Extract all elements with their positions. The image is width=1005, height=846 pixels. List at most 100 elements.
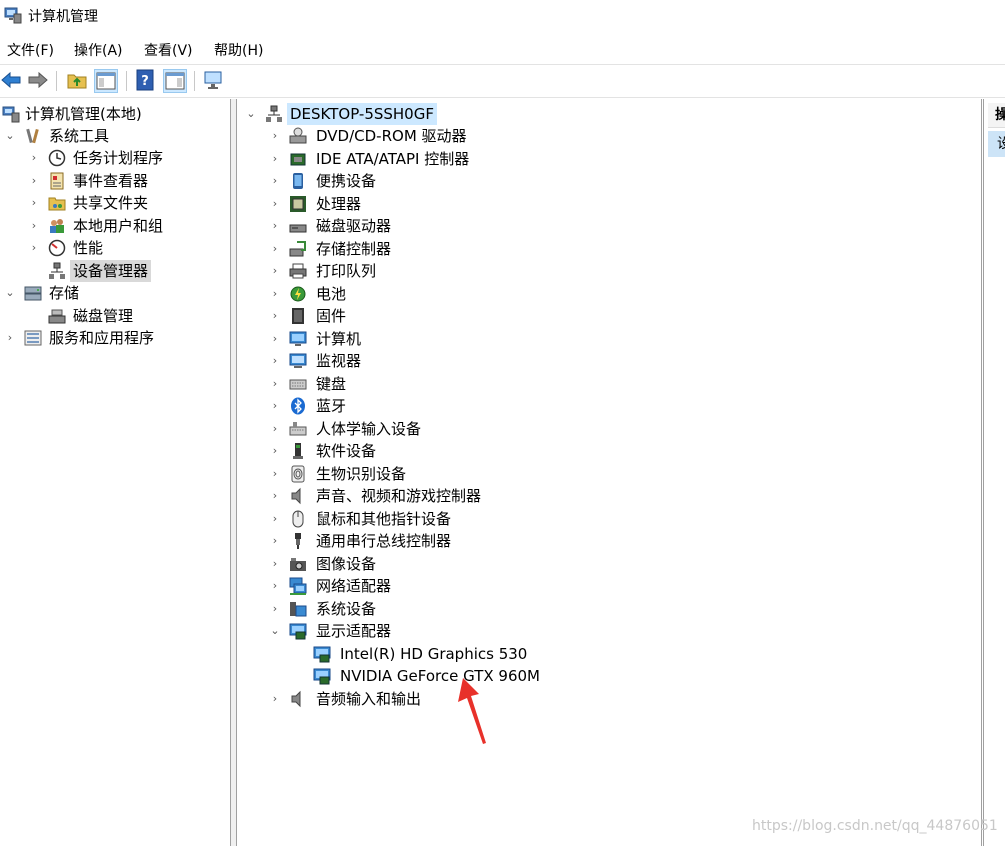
chevron-right-icon[interactable]: › <box>4 327 16 349</box>
device-category-display-adapters[interactable]: ⌄ 显示适配器 <box>237 620 977 642</box>
tree-item-performance[interactable]: › 性能 <box>0 237 230 259</box>
device-category[interactable]: › 通用串行总线控制器 <box>237 530 977 552</box>
chevron-right-icon[interactable]: › <box>269 440 281 462</box>
computer-icon <box>289 331 307 346</box>
device-category[interactable]: › 图像设备 <box>237 553 977 575</box>
chevron-right-icon[interactable]: › <box>269 125 281 147</box>
chevron-right-icon[interactable]: › <box>269 395 281 417</box>
up-folder-icon[interactable] <box>66 69 88 91</box>
device-category[interactable]: › 打印队列 <box>237 260 977 282</box>
device-item[interactable]: Intel(R) HD Graphics 530 <box>237 643 977 665</box>
tree-item-services[interactable]: › 服务和应用程序 <box>0 327 230 349</box>
menu-file[interactable]: 文件(F) <box>7 40 54 60</box>
device-category[interactable]: › 鼠标和其他指针设备 <box>237 508 977 530</box>
device-category[interactable]: › 蓝牙 <box>237 395 977 417</box>
menu-action[interactable]: 操作(A) <box>74 40 123 60</box>
chevron-right-icon[interactable]: › <box>28 170 40 192</box>
chevron-right-icon[interactable]: › <box>269 373 281 395</box>
chevron-right-icon[interactable]: › <box>269 485 281 507</box>
chevron-right-icon[interactable]: › <box>269 283 281 305</box>
chevron-down-icon[interactable]: ⌄ <box>4 125 16 147</box>
device-category[interactable]: › 便携设备 <box>237 170 977 192</box>
chevron-down-icon[interactable]: ⌄ <box>245 103 257 125</box>
device-category-label: 便携设备 <box>316 172 377 190</box>
chevron-right-icon[interactable]: › <box>269 148 281 170</box>
tree-item-root[interactable]: 计算机管理(本地) <box>0 103 230 125</box>
chevron-right-icon[interactable]: › <box>269 598 281 620</box>
chevron-right-icon[interactable]: › <box>28 237 40 259</box>
device-category[interactable]: › 计算机 <box>237 328 977 350</box>
performance-icon <box>48 239 66 257</box>
device-category[interactable]: › 软件设备 <box>237 440 977 462</box>
device-category[interactable]: › 电池 <box>237 283 977 305</box>
chevron-right-icon[interactable]: › <box>269 553 281 575</box>
chevron-right-icon[interactable]: › <box>269 530 281 552</box>
tree-label: 共享文件夹 <box>73 194 149 212</box>
device-category[interactable]: › 音频输入和输出 <box>237 688 977 710</box>
chevron-right-icon[interactable]: › <box>269 328 281 350</box>
forward-icon[interactable] <box>27 69 49 91</box>
device-category[interactable]: › 系统设备 <box>237 598 977 620</box>
chevron-right-icon[interactable]: › <box>28 192 40 214</box>
chevron-right-icon[interactable]: › <box>269 238 281 260</box>
device-item[interactable]: NVIDIA GeForce GTX 960M <box>237 665 977 687</box>
disk-drive-icon <box>289 224 307 233</box>
device-category[interactable]: › 磁盘驱动器 <box>237 215 977 237</box>
users-icon <box>50 219 64 233</box>
chevron-right-icon[interactable]: › <box>269 260 281 282</box>
monitor-icon[interactable] <box>202 69 224 91</box>
tree-label: 本地用户和组 <box>73 217 164 235</box>
chevron-right-icon[interactable]: › <box>28 215 40 237</box>
device-category-label: 监视器 <box>316 352 362 370</box>
device-category[interactable]: › 处理器 <box>237 193 977 215</box>
device-category-label: 显示适配器 <box>316 622 392 640</box>
device-category-label: 软件设备 <box>316 442 377 460</box>
device-category[interactable]: › 生物识别设备 <box>237 463 977 485</box>
device-category[interactable]: › 人体学输入设备 <box>237 418 977 440</box>
tree-item-task-scheduler[interactable]: › 任务计划程序 <box>0 147 230 169</box>
chevron-right-icon[interactable]: › <box>269 305 281 327</box>
chevron-right-icon[interactable]: › <box>269 215 281 237</box>
device-category-label: 固件 <box>316 307 347 325</box>
chevron-right-icon[interactable]: › <box>269 170 281 192</box>
chevron-right-icon[interactable]: › <box>269 463 281 485</box>
chevron-right-icon[interactable]: › <box>269 350 281 372</box>
chevron-right-icon[interactable]: › <box>269 575 281 597</box>
actions-item[interactable]: 设 <box>988 131 1005 157</box>
tree-item-system-tools[interactable]: ⌄ 系统工具 <box>0 125 230 147</box>
device-category[interactable]: › DVD/CD-ROM 驱动器 <box>237 125 977 147</box>
device-tree-root[interactable]: ⌄ DESKTOP-5SSH0GF <box>237 103 977 125</box>
device-category[interactable]: › 存储控制器 <box>237 238 977 260</box>
chevron-right-icon[interactable]: › <box>28 147 40 169</box>
device-category[interactable]: › 网络适配器 <box>237 575 977 597</box>
chevron-right-icon[interactable]: › <box>269 508 281 530</box>
title-bar: 计算机管理 <box>0 0 1005 32</box>
chevron-right-icon[interactable]: › <box>269 688 281 710</box>
tree-item-event-viewer[interactable]: › 事件查看器 <box>0 170 230 192</box>
device-category[interactable]: › IDE ATA/ATAPI 控制器 <box>237 148 977 170</box>
show-hide-tree-icon[interactable] <box>94 69 118 93</box>
disk-management-icon <box>48 309 66 324</box>
actions-pane: 操 设 <box>983 99 1005 846</box>
device-category[interactable]: › 监视器 <box>237 350 977 372</box>
device-category[interactable]: › 声音、视频和游戏控制器 <box>237 485 977 507</box>
menu-help[interactable]: 帮助(H) <box>214 40 263 60</box>
tree-item-device-manager[interactable]: 设备管理器 <box>0 260 230 282</box>
chevron-right-icon[interactable]: › <box>269 418 281 440</box>
back-icon[interactable] <box>0 69 22 91</box>
tree-item-local-users[interactable]: › 本地用户和组 <box>0 215 230 237</box>
printer-icon <box>289 263 307 279</box>
properties-icon[interactable] <box>163 69 187 93</box>
chevron-down-icon[interactable]: ⌄ <box>4 282 16 304</box>
device-category[interactable]: › 键盘 <box>237 373 977 395</box>
tree-item-shared-folders[interactable]: › 共享文件夹 <box>0 192 230 214</box>
tree-item-disk-management[interactable]: 磁盘管理 <box>0 305 230 327</box>
chevron-right-icon[interactable]: › <box>269 193 281 215</box>
tree-item-storage[interactable]: ⌄ 存储 <box>0 282 230 304</box>
device-category[interactable]: › 固件 <box>237 305 977 327</box>
menu-view[interactable]: 查看(V) <box>144 40 193 60</box>
actions-header: 操 <box>988 103 1005 128</box>
chevron-down-icon[interactable]: ⌄ <box>269 620 281 642</box>
clock-icon <box>48 149 66 167</box>
help-icon[interactable]: ? <box>134 69 156 91</box>
